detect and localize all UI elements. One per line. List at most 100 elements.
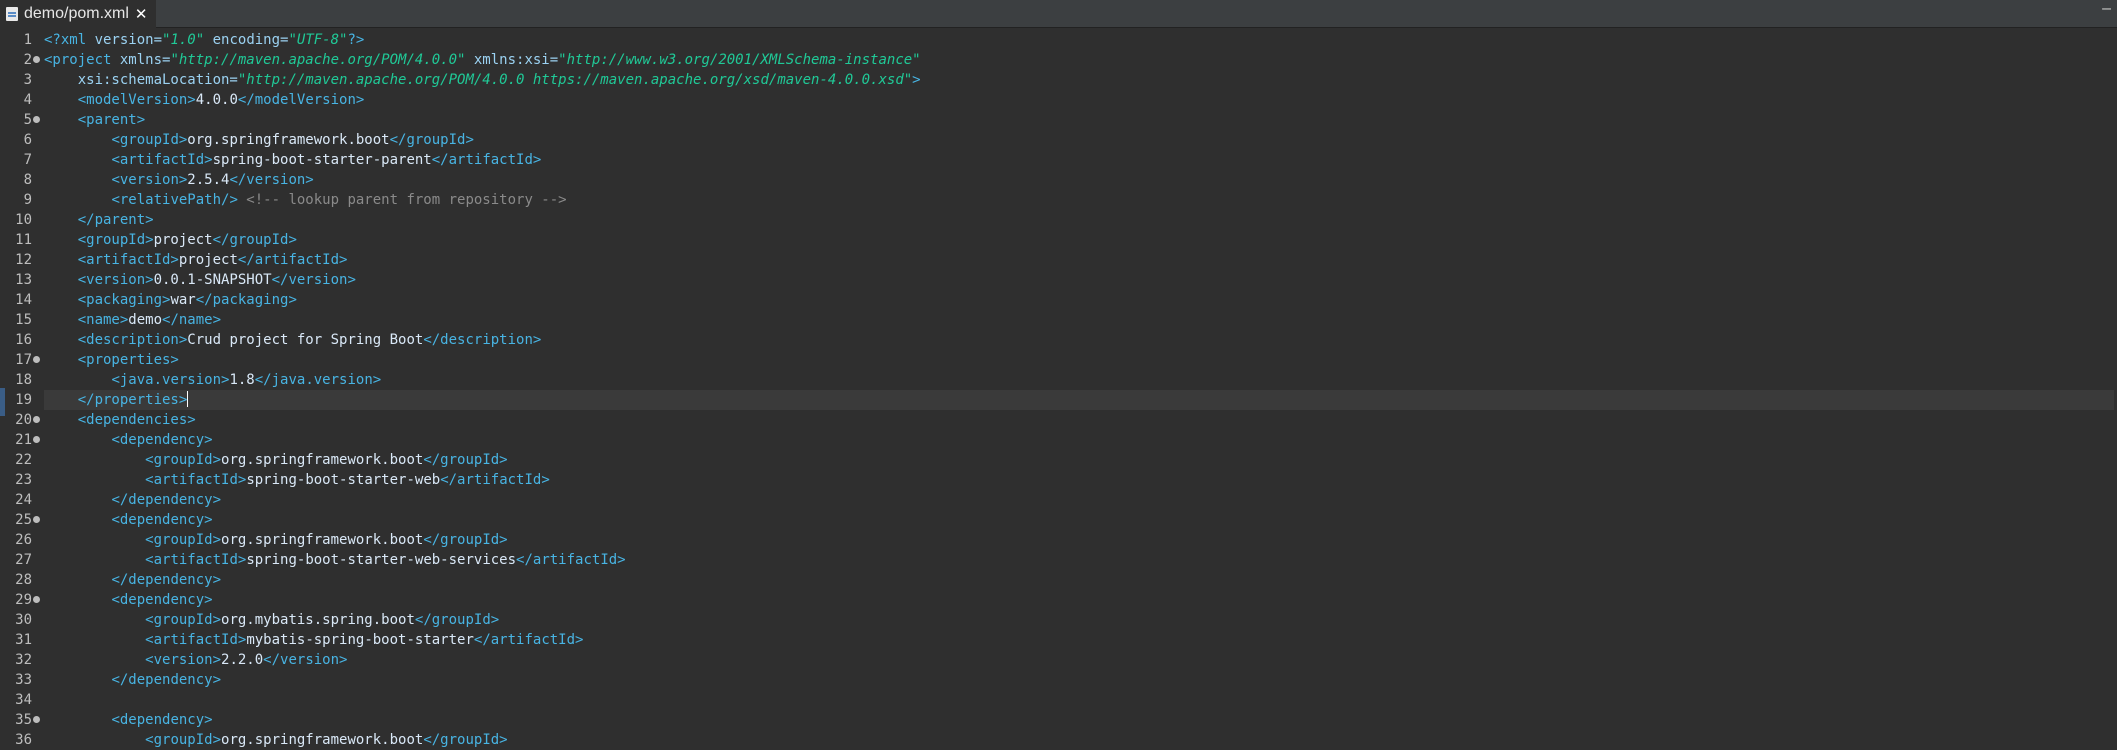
line-number: 26 [15, 532, 32, 548]
code-token-tag: </artifactId> [440, 472, 550, 488]
code-line[interactable]: 34 [0, 690, 2117, 710]
code-line[interactable]: 3 xsi:schemaLocation="http://maven.apach… [0, 70, 2117, 90]
code-line[interactable]: 2 <project xmlns="http://maven.apache.org… [0, 50, 2117, 70]
code-line[interactable]: 28 </dependency> [0, 570, 2117, 590]
code-line[interactable]: 8 <version>2.5.4</version> [0, 170, 2117, 190]
code-line[interactable]: 9 <relativePath/> <!-- lookup parent fro… [0, 190, 2117, 210]
code-line[interactable]: 7 <artifactId>spring-boot-starter-parent… [0, 150, 2117, 170]
code-token-text: 0.0.1-SNAPSHOT [153, 272, 272, 288]
code-line[interactable]: 4 <modelVersion>4.0.0</modelVersion> [0, 90, 2117, 110]
line-number: 15 [15, 312, 32, 328]
code-line[interactable]: 24 </dependency> [0, 490, 2117, 510]
code-token-text: org.springframework.boot [187, 132, 390, 148]
code-line[interactable]: 1 <?xml version="1.0" encoding="UTF-8"?> [0, 30, 2117, 50]
code-line[interactable]: 19 </properties> [0, 390, 2117, 410]
code-line[interactable]: 11 <groupId>project</groupId> [0, 230, 2117, 250]
line-number: 20 [15, 412, 32, 428]
fold-toggle-icon[interactable] [33, 516, 40, 523]
fold-toggle-icon[interactable] [33, 56, 40, 63]
code-line[interactable]: 6 <groupId>org.springframework.boot</gro… [0, 130, 2117, 150]
line-number: 8 [23, 172, 32, 188]
code-line[interactable]: 20 <dependencies> [0, 410, 2117, 430]
code-token-text: war [170, 292, 196, 308]
code-token-tag: </modelVersion> [237, 92, 365, 108]
code-line[interactable]: 21 <dependency> [0, 430, 2117, 450]
minimize-icon[interactable]: – [2102, 0, 2111, 18]
code-line[interactable]: 36 <groupId>org.springframework.boot</gr… [0, 730, 2117, 750]
tab-pom-xml[interactable]: demo/pom.xml ✕ [0, 0, 156, 28]
close-icon[interactable]: ✕ [135, 7, 148, 22]
code-token-text: 1.8 [229, 372, 255, 388]
code-line[interactable]: 16 <description>Crud project for Spring … [0, 330, 2117, 350]
code-token-tag: <groupId> [145, 452, 222, 468]
line-number: 31 [15, 632, 32, 648]
code-text: <artifactId>spring-boot-starter-parent</… [44, 150, 2117, 170]
line-number: 6 [23, 132, 32, 148]
code-line[interactable]: 12 <artifactId>project</artifactId> [0, 250, 2117, 270]
code-line[interactable]: 18 <java.version>1.8</java.version> [0, 370, 2117, 390]
code-token-tag: </dependency> [111, 572, 222, 588]
code-text: <parent> [44, 110, 2117, 130]
line-number: 36 [15, 732, 32, 748]
code-text: <version>2.2.0</version> [44, 650, 2117, 670]
code-text: <packaging>war</packaging> [44, 290, 2117, 310]
code-line[interactable]: 33 </dependency> [0, 670, 2117, 690]
fold-toggle-icon[interactable] [33, 716, 40, 723]
code-text: </dependency> [44, 490, 2117, 510]
code-line[interactable]: 22 <groupId>org.springframework.boot</gr… [0, 450, 2117, 470]
code-text: <dependencies> [44, 410, 2117, 430]
code-token-tag: <dependency> [111, 512, 213, 528]
fold-toggle-icon[interactable] [33, 596, 40, 603]
code-text: <artifactId>spring-boot-starter-web</art… [44, 470, 2117, 490]
code-line[interactable]: 5 <parent> [0, 110, 2117, 130]
code-line[interactable]: 27 <artifactId>spring-boot-starter-web-s… [0, 550, 2117, 570]
code-text: <dependency> [44, 430, 2117, 450]
code-token-tag: <groupId> [77, 232, 154, 248]
code-text: <version>0.0.1-SNAPSHOT</version> [44, 270, 2117, 290]
code-token-tag: <dependency> [111, 592, 213, 608]
code-token-text: demo [128, 312, 163, 328]
line-number: 33 [15, 672, 32, 688]
code-line[interactable]: 10 </parent> [0, 210, 2117, 230]
fold-toggle-icon[interactable] [33, 436, 40, 443]
code-token-tag: </artifactId> [516, 552, 626, 568]
code-token-text: spring-boot-starter-web-services [246, 552, 517, 568]
fold-toggle-icon[interactable] [33, 356, 40, 363]
code-line[interactable]: 25 <dependency> [0, 510, 2117, 530]
code-token-val: "1.0" [162, 32, 205, 48]
code-line[interactable]: 31 <artifactId>mybatis-spring-boot-start… [0, 630, 2117, 650]
code-token-tag: <name> [77, 312, 129, 328]
code-editor[interactable]: 1 <?xml version="1.0" encoding="UTF-8"?> 2… [0, 28, 2117, 750]
code-text: <version>2.5.4</version> [44, 170, 2117, 190]
code-line[interactable]: 35 <dependency> [0, 710, 2117, 730]
code-line[interactable]: 23 <artifactId>spring-boot-starter-web</… [0, 470, 2117, 490]
code-line[interactable]: 13 <version>0.0.1-SNAPSHOT</version> [0, 270, 2117, 290]
code-token-tag: <artifactId> [111, 152, 213, 168]
code-token-tag: <packaging> [77, 292, 171, 308]
code-line[interactable]: 29 <dependency> [0, 590, 2117, 610]
code-line[interactable]: 26 <groupId>org.springframework.boot</gr… [0, 530, 2117, 550]
code-token-tag: <dependencies> [77, 412, 196, 428]
code-line[interactable]: 17 <properties> [0, 350, 2117, 370]
code-line[interactable]: 32 <version>2.2.0</version> [0, 650, 2117, 670]
code-token-tag: </dependency> [111, 492, 222, 508]
code-token-text: org.springframework.boot [221, 452, 424, 468]
code-token-tag: </artifactId> [431, 152, 542, 168]
fold-toggle-icon[interactable] [33, 416, 40, 423]
code-text: <description>Crud project for Spring Boo… [44, 330, 2117, 350]
line-number: 30 [15, 612, 32, 628]
code-line[interactable]: 15 <name>demo</name> [0, 310, 2117, 330]
code-text: <groupId>org.springframework.boot</group… [44, 450, 2117, 470]
code-text: <artifactId>project</artifactId> [44, 250, 2117, 270]
code-line[interactable]: 14 <packaging>war</packaging> [0, 290, 2117, 310]
fold-toggle-icon[interactable] [33, 116, 40, 123]
code-line[interactable]: 30 <groupId>org.mybatis.spring.boot</gro… [0, 610, 2117, 630]
